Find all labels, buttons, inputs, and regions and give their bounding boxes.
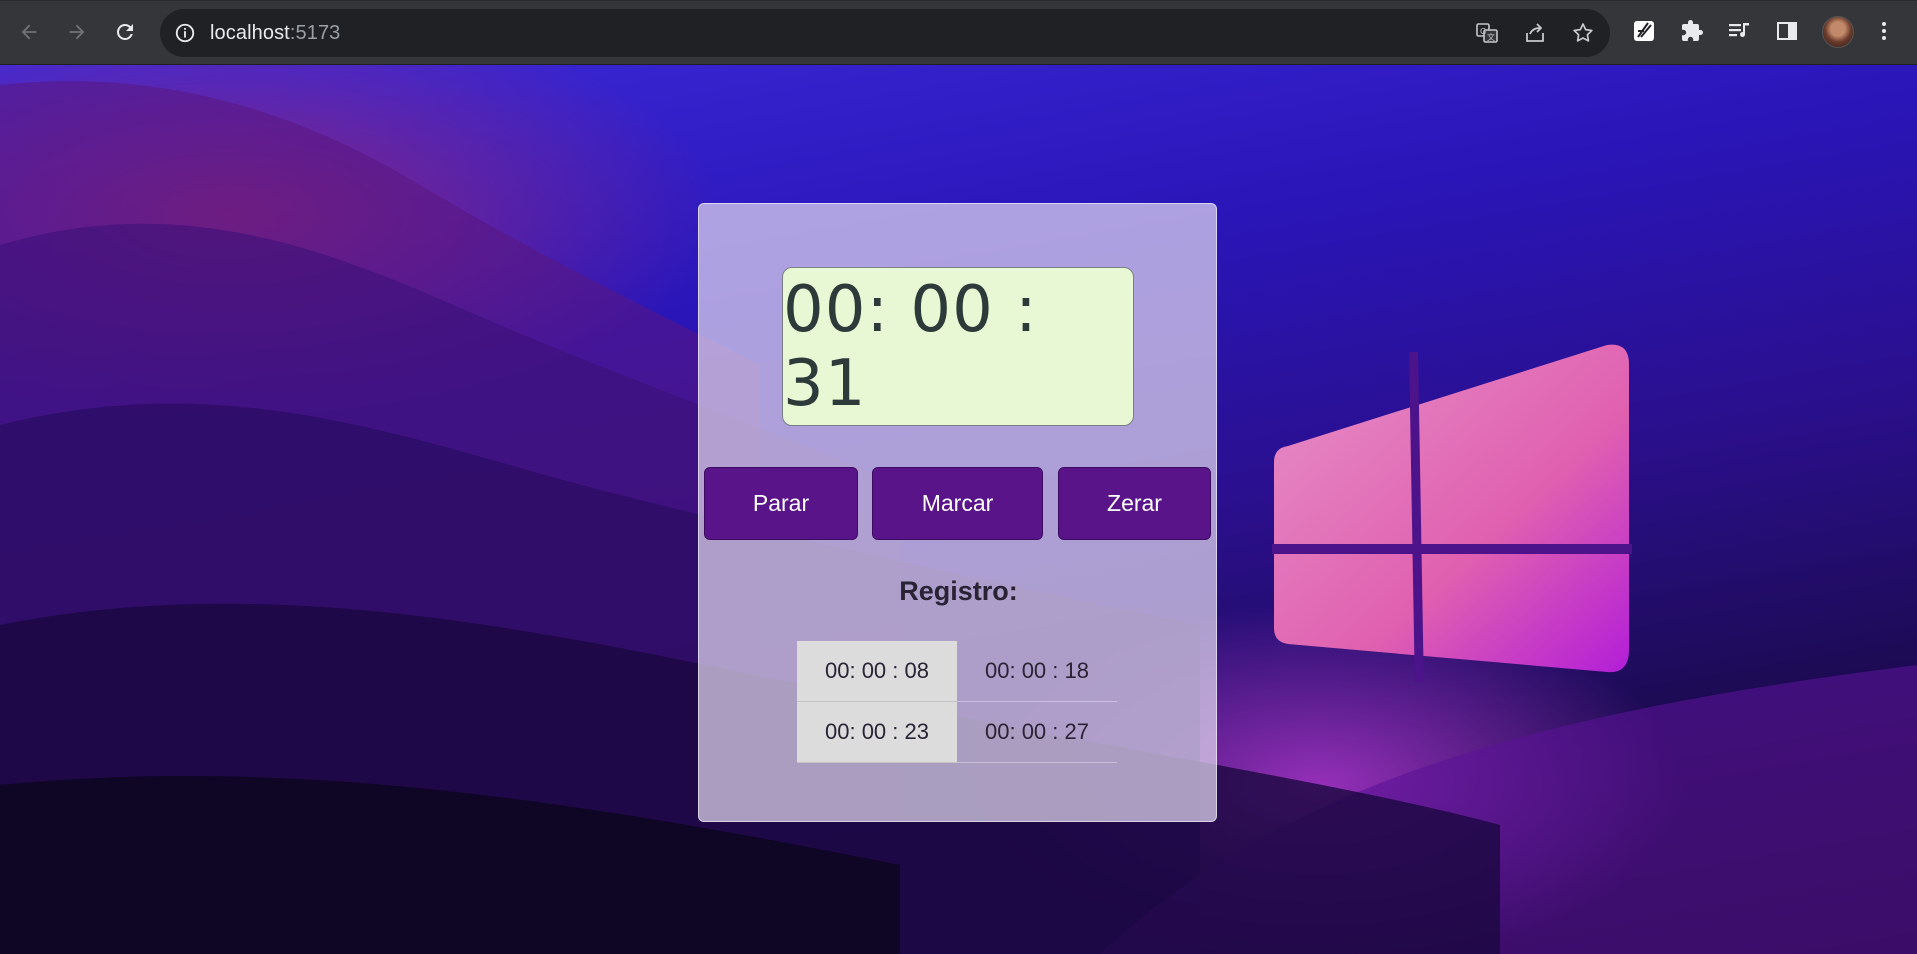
translate-icon: G 文 <box>1476 23 1498 43</box>
media-control-button[interactable] <box>1726 17 1754 45</box>
url-port: :5173 <box>289 22 341 44</box>
registro-heading: Registro: <box>899 576 1018 606</box>
puzzle-icon <box>1682 20 1703 41</box>
lap-cell: 00: 00 : 23 <box>797 701 957 763</box>
url-text[interactable]: localhost:5173 <box>210 22 340 45</box>
svg-text:文: 文 <box>1487 32 1495 42</box>
table-row: 00: 00 : 23 00: 00 : 27 <box>797 701 1117 763</box>
extensions-button[interactable] <box>1678 17 1706 45</box>
translate-button[interactable]: G 文 <box>1475 21 1499 45</box>
url-host: localhost <box>210 22 290 44</box>
share-button[interactable] <box>1523 21 1547 45</box>
forward-button[interactable] <box>60 15 94 49</box>
windows-logo <box>1272 344 1632 683</box>
back-button[interactable] <box>12 15 46 49</box>
browser-toolbar: localhost:5173 G 文 <box>0 0 1917 65</box>
kebab-menu-icon <box>1882 22 1886 40</box>
reset-button[interactable]: Zerar <box>1058 467 1211 540</box>
mark-button[interactable]: Marcar <box>872 467 1043 540</box>
address-bar[interactable]: localhost:5173 G 文 <box>160 9 1610 57</box>
reload-icon <box>116 23 133 40</box>
timer-value: 00: 00 : 31 <box>783 272 1038 421</box>
star-icon <box>1573 23 1593 42</box>
avatar[interactable] <box>1822 16 1854 48</box>
menu-button[interactable] <box>1870 17 1898 45</box>
stopwatch-card: 00: 00 : 31 Parar Marcar Zerar Registro:… <box>698 203 1217 822</box>
side-panel-button[interactable] <box>1773 17 1801 45</box>
table-row: 00: 00 : 08 00: 00 : 18 <box>797 641 1117 702</box>
reload-button[interactable] <box>108 15 142 49</box>
page-viewport: 00: 00 : 31 Parar Marcar Zerar Registro:… <box>0 65 1917 954</box>
lap-table: 00: 00 : 08 00: 00 : 18 00: 00 : 23 00: … <box>797 641 1117 763</box>
side-panel-icon <box>1777 22 1797 40</box>
stop-button[interactable]: Parar <box>704 467 858 540</box>
arrow-left-icon <box>21 24 37 40</box>
share-icon <box>1526 23 1544 42</box>
lap-cell: 00: 00 : 27 <box>957 701 1117 763</box>
extension-app-button[interactable] <box>1630 17 1658 45</box>
timer-display: 00: 00 : 31 <box>782 267 1134 426</box>
lap-cell: 00: 00 : 18 <box>957 641 1117 702</box>
info-icon[interactable] <box>174 22 196 44</box>
playlist-icon <box>1729 23 1749 37</box>
lap-cell: 00: 00 : 08 <box>797 641 957 702</box>
svg-text:G: G <box>1480 27 1486 36</box>
bookmark-button[interactable] <box>1571 21 1595 45</box>
extension-app-icon <box>1634 21 1654 41</box>
arrow-right-icon <box>69 24 85 40</box>
